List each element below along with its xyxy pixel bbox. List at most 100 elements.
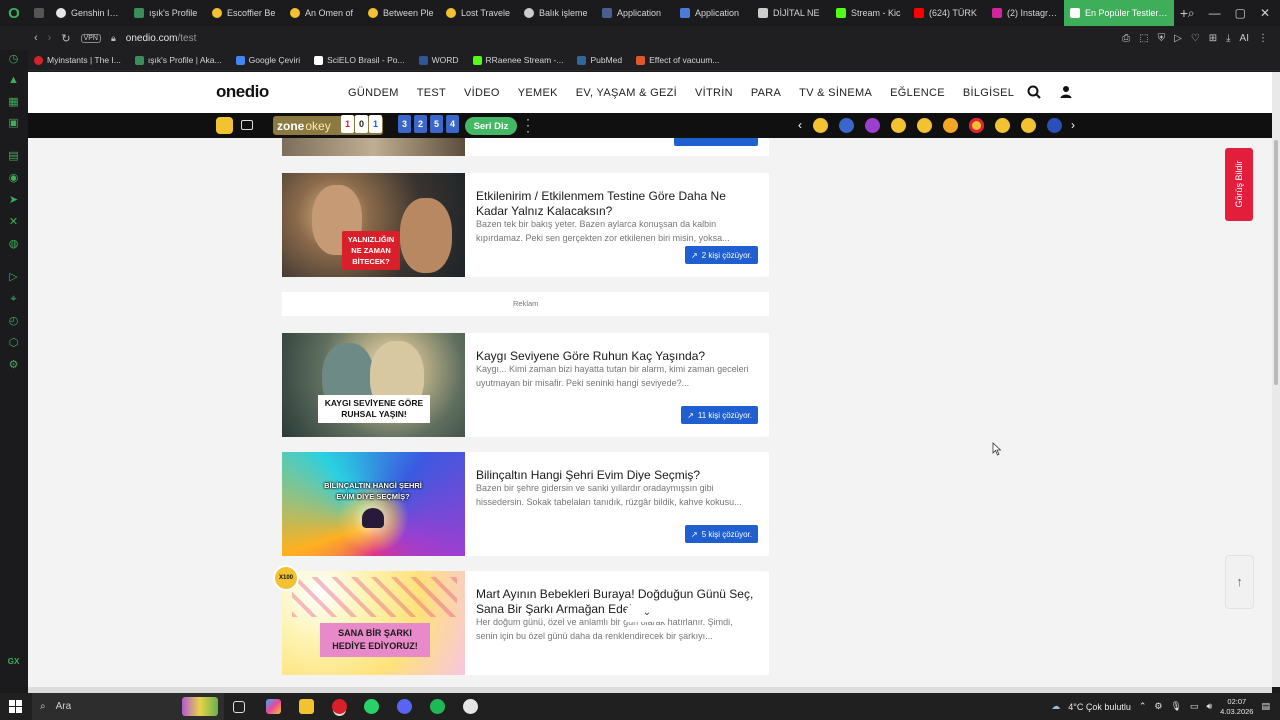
- shield-icon[interactable]: ⛨: [1158, 33, 1166, 44]
- search-icon[interactable]: [1026, 84, 1042, 100]
- card-title[interactable]: Etkilenirim / Etkilenmem Testine Göre Da…: [476, 189, 756, 219]
- emoji-reaction-icon[interactable]: [1021, 118, 1036, 133]
- windows-start-icon[interactable]: [9, 700, 22, 713]
- emoji-reaction-icon[interactable]: [995, 118, 1010, 133]
- volume-icon[interactable]: 🔊︎: [1206, 701, 1212, 712]
- play-icon[interactable]: ▷: [1174, 33, 1182, 44]
- emoji-reaction-icon[interactable]: [865, 118, 880, 133]
- app-taskbar-icon[interactable]: [463, 699, 478, 714]
- file-explorer-icon[interactable]: [299, 699, 314, 714]
- browser-tab[interactable]: DİJİTAL NE: [752, 0, 830, 26]
- gx-icon[interactable]: GX: [7, 655, 20, 668]
- bookmark-item[interactable]: SciELO Brasil - Po...: [314, 55, 405, 65]
- onedio-logo[interactable]: onedio: [216, 82, 269, 102]
- scrollbar-thumb[interactable]: [1274, 140, 1278, 385]
- url-field[interactable]: onedio.com/test: [126, 33, 197, 44]
- spotify-taskbar-icon[interactable]: [430, 699, 445, 714]
- network-icon[interactable]: ▭: [1190, 701, 1199, 712]
- solvers-badge[interactable]: ↗ 2 kişi çözüyor.: [685, 246, 758, 264]
- forward-icon[interactable]: ›: [48, 32, 52, 44]
- whatsapp-icon[interactable]: ◉: [7, 172, 20, 185]
- tray-chevron-icon[interactable]: ⌃: [1139, 701, 1147, 712]
- browser-tab[interactable]: (624) TÜRK: [908, 0, 986, 26]
- notification-icon[interactable]: ▤: [1261, 701, 1270, 712]
- feedback-button[interactable]: Görüş Bildir: [1225, 148, 1253, 221]
- browser-tab[interactable]: ışık's Profile: [128, 0, 206, 26]
- list-item-partial[interactable]: [282, 138, 769, 156]
- opera-logo-icon[interactable]: O: [0, 0, 28, 26]
- vpn-badge[interactable]: VPN: [80, 33, 101, 43]
- clock-icon[interactable]: ◴: [7, 315, 20, 328]
- emoji-reaction-icon[interactable]: [917, 118, 932, 133]
- minimize-icon[interactable]: —: [1209, 6, 1221, 20]
- close-icon[interactable]: ✕: [1260, 6, 1270, 20]
- test-card[interactable]: KAYGI SEVİYENE GÖRE RUHSAL YAŞIN! Kaygı …: [282, 333, 769, 437]
- search-tabs-icon[interactable]: ⌕: [1188, 6, 1195, 21]
- bookmark-item[interactable]: Myinstants | The I...: [34, 55, 121, 65]
- emoji-reaction-icon[interactable]: [1047, 118, 1062, 133]
- browser-tab[interactable]: Lost Travele: [440, 0, 518, 26]
- whatsapp-taskbar-icon[interactable]: [364, 699, 379, 714]
- ai-button[interactable]: AI: [1240, 33, 1249, 44]
- number-tile[interactable]: 5: [430, 115, 443, 133]
- emoji-reaction-icon[interactable]: [891, 118, 906, 133]
- bottom-drawer-toggle[interactable]: ⌄: [626, 604, 668, 622]
- microphone-icon[interactable]: 🎙︎: [1170, 701, 1181, 712]
- opera-taskbar-icon[interactable]: [332, 699, 347, 714]
- browser-tab[interactable]: Escoffier Be: [206, 0, 284, 26]
- workspace-icon[interactable]: ▦: [7, 96, 20, 109]
- browser-tab[interactable]: Stream - Kic: [830, 0, 908, 26]
- browser-tab[interactable]: (2) Instagran: [986, 0, 1064, 26]
- maximize-icon[interactable]: ▢: [1235, 6, 1246, 20]
- solvers-badge[interactable]: ↗ 5 kişi çözüyor.: [685, 525, 758, 543]
- aria-icon[interactable]: ▲: [7, 74, 20, 87]
- telegram-icon[interactable]: ➤: [7, 194, 20, 207]
- pin-icon[interactable]: ⌖: [7, 293, 20, 306]
- number-tile[interactable]: 4: [446, 115, 459, 133]
- emoji-reaction-icon[interactable]: [943, 118, 958, 133]
- browser-tab-active[interactable]: En Popüler Testler ve T: [1064, 0, 1174, 26]
- nav-eglence[interactable]: EĞLENCE: [890, 87, 945, 99]
- number-tile[interactable]: 3: [398, 115, 411, 133]
- extension-icon[interactable]: ⬡: [7, 337, 20, 350]
- x-icon[interactable]: ✕: [7, 216, 20, 229]
- settings-icon[interactable]: ⚙: [7, 359, 20, 372]
- bookmark-item[interactable]: RRaenee Stream -...: [472, 55, 563, 65]
- menu-icon[interactable]: ⋮: [1258, 33, 1268, 44]
- bookmark-item[interactable]: ışık's Profile | Aka...: [134, 55, 222, 65]
- nav-video[interactable]: VİDEO: [464, 87, 500, 99]
- emoji-reaction-icon[interactable]: [813, 118, 828, 133]
- extensions-icon[interactable]: ⊞: [1209, 33, 1217, 44]
- browser-tab[interactable]: [28, 0, 50, 26]
- browser-tab[interactable]: Genshin Imp: [50, 0, 128, 26]
- taskbar-search[interactable]: ⌕ Ara: [32, 693, 224, 720]
- copilot-icon[interactable]: [266, 699, 281, 714]
- screenshot-icon[interactable]: ⎙: [1122, 33, 1130, 44]
- bookmark-item[interactable]: Effect of vacuum...: [636, 55, 719, 65]
- back-icon[interactable]: ‹: [34, 32, 38, 44]
- test-card[interactable]: BİLİNÇALTIN HANGİ ŞEHRİ EVİM DİYE SEÇMİŞ…: [282, 452, 769, 556]
- browser-tab[interactable]: An Omen of: [284, 0, 362, 26]
- user-icon[interactable]: [1058, 84, 1074, 100]
- download-icon[interactable]: ⤓: [1226, 33, 1230, 44]
- bookmark-item[interactable]: PubMed: [577, 55, 622, 65]
- test-card[interactable]: SANA BİR ŞARKI HEDİYE EDİYORUZ! Mart Ayı…: [282, 571, 769, 675]
- solvers-badge[interactable]: ↗ 11 kişi çözüyor.: [681, 406, 758, 424]
- nav-tv-sinema[interactable]: TV & SİNEMA: [799, 87, 872, 99]
- nav-para[interactable]: PARA: [751, 87, 781, 99]
- number-tile[interactable]: 2: [414, 115, 427, 133]
- heart-icon[interactable]: ♡: [1191, 33, 1200, 44]
- card-title[interactable]: Bilinçaltın Hangi Şehri Evim Diye Seçmiş…: [476, 468, 756, 483]
- emoji-reaction-icon[interactable]: [839, 118, 854, 133]
- card-title[interactable]: Mart Ayının Bebekleri Buraya! Doğduğun G…: [476, 587, 756, 617]
- reload-icon[interactable]: ↻: [61, 32, 70, 45]
- browser-tab[interactable]: Balık işleme: [518, 0, 596, 26]
- next-arrow-icon[interactable]: ›: [1071, 118, 1075, 132]
- seri-diz-button[interactable]: Seri Diz: [465, 117, 517, 135]
- bookmark-sidebar-icon[interactable]: ▣: [7, 117, 20, 130]
- tray-app-icon[interactable]: ⚙: [1154, 701, 1162, 712]
- browser-tab[interactable]: Application: [674, 0, 752, 26]
- clock[interactable]: 02:07 4.03.2026: [1220, 697, 1253, 717]
- test-card[interactable]: YALNIZLIĞIN NE ZAMAN BİTECEK? Etkileniri…: [282, 173, 769, 277]
- snapshot-icon[interactable]: ⬚: [1139, 33, 1148, 44]
